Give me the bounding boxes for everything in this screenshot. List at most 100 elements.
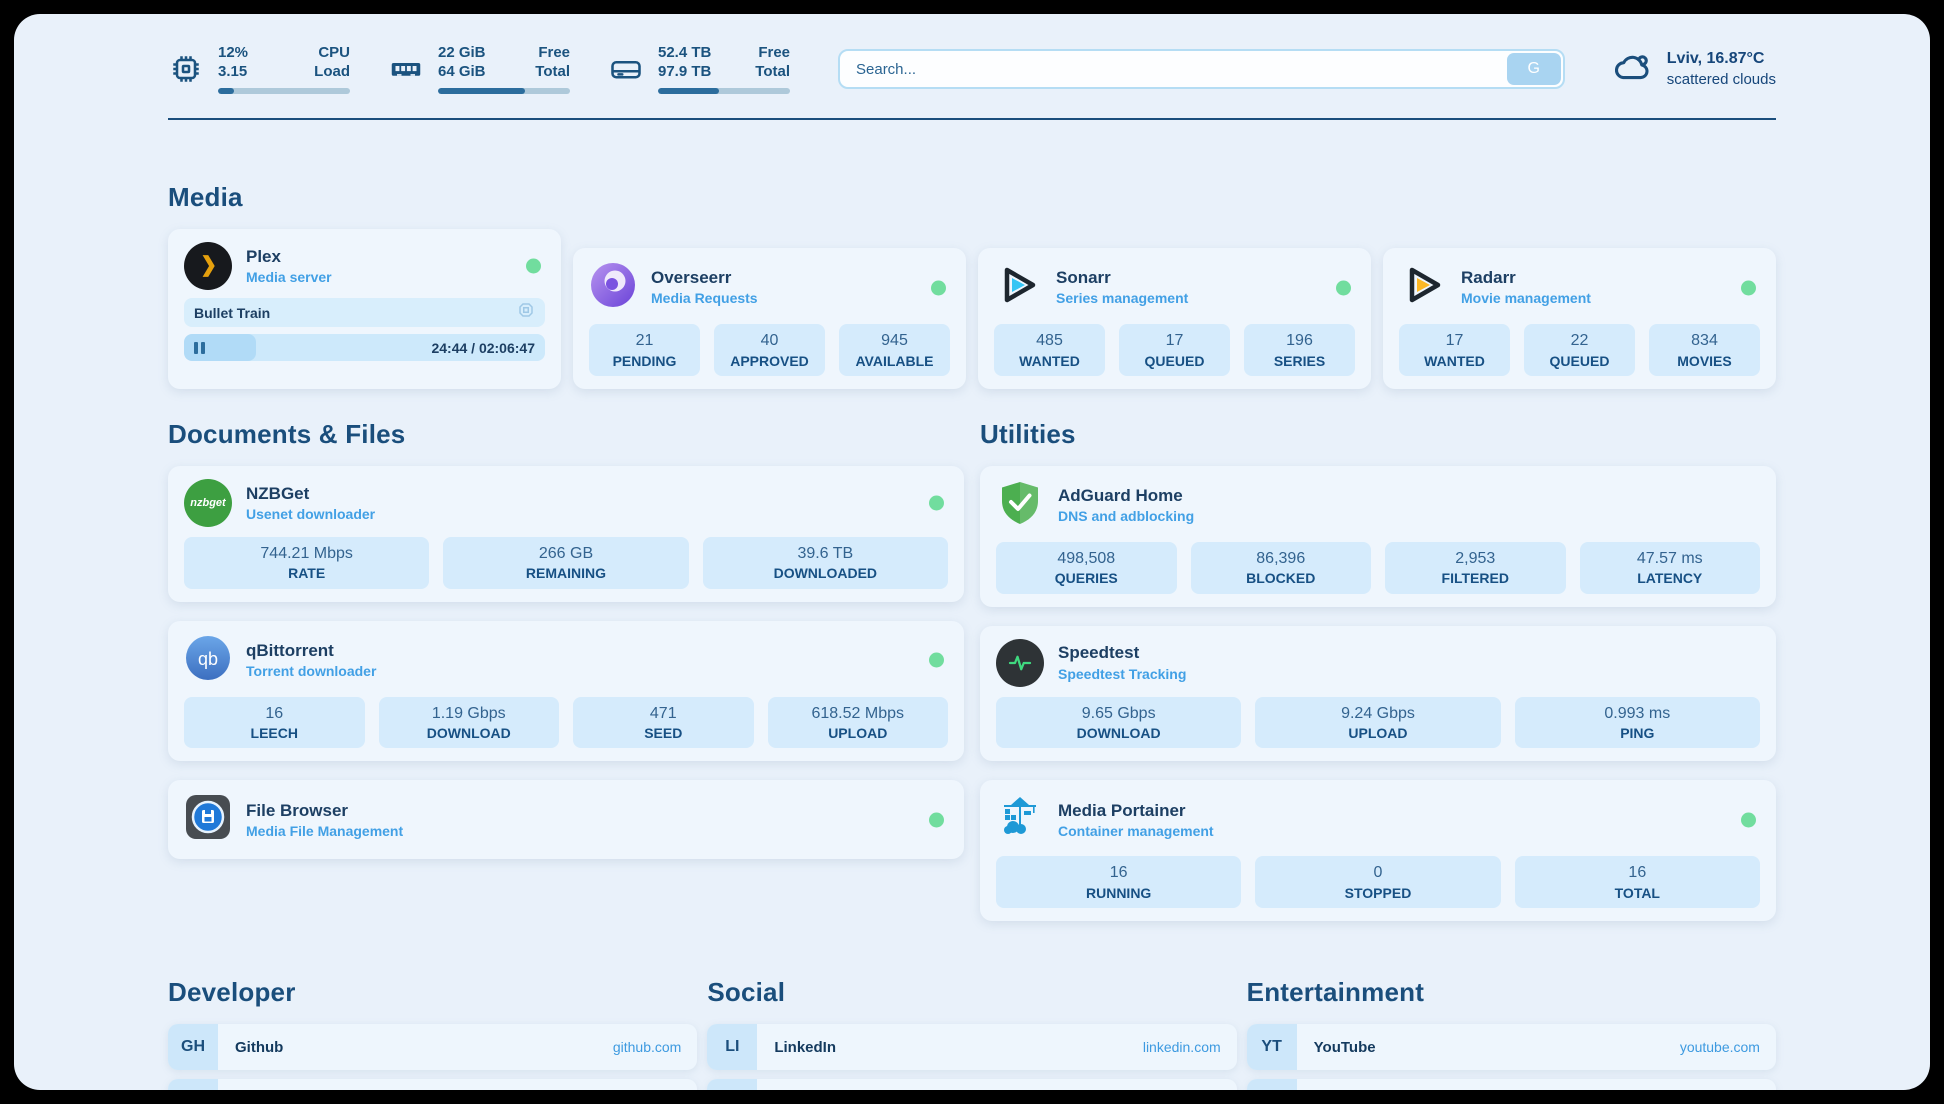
weather-condition: scattered clouds bbox=[1667, 70, 1776, 90]
cpu-progress-fill bbox=[218, 88, 234, 94]
stat-box-queued: 22 QUEUED bbox=[1524, 324, 1635, 376]
search-engine-button[interactable]: G bbox=[1507, 53, 1561, 85]
disk-free-value: 52.4 TB bbox=[658, 44, 711, 63]
cpu-label: CPU bbox=[314, 44, 350, 63]
stat-box-seed: 471 SEED bbox=[573, 697, 754, 749]
status-dot bbox=[931, 280, 946, 295]
bookmark-abbr: SO bbox=[168, 1079, 218, 1090]
bookmark-name: LinkedIn bbox=[774, 1039, 836, 1056]
bookmark-abbr: LI bbox=[707, 1024, 757, 1070]
stat-box-series: 196 SERIES bbox=[1244, 324, 1355, 376]
links-column-entertainment: Entertainment YT YouTube youtube.com NF … bbox=[1247, 977, 1776, 1090]
links-column-social: Social LI LinkedIn linkedin.com TW Twitt… bbox=[707, 977, 1236, 1090]
stat-box-download: 9.65 Gbps DOWNLOAD bbox=[996, 697, 1241, 749]
stat-box-wanted: 17 WANTED bbox=[1399, 324, 1510, 376]
bookmark-netflix[interactable]: NF Netflix netflix.com bbox=[1247, 1079, 1776, 1090]
cpu-load-value: 3.15 bbox=[218, 63, 248, 82]
app-card-nzbget[interactable]: nzbget NZBGet Usenet downloader 744.21 M… bbox=[168, 466, 964, 602]
app-name: Media Portainer bbox=[1058, 800, 1214, 822]
app-subtitle: Media File Management bbox=[246, 822, 403, 840]
portainer-icon bbox=[996, 793, 1044, 846]
status-dot bbox=[1336, 280, 1351, 295]
bookmark-url: linkedin.com bbox=[1143, 1039, 1221, 1055]
stat-box-ping: 0.993 ms PING bbox=[1515, 697, 1760, 749]
bookmark-abbr: GH bbox=[168, 1024, 218, 1070]
weather-location-temp: Lviv, 16.87°C bbox=[1667, 49, 1776, 70]
app-name: qBittorrent bbox=[246, 640, 376, 662]
app-name: NZBGet bbox=[246, 483, 375, 505]
bookmark-linkedin[interactable]: LI LinkedIn linkedin.com bbox=[707, 1024, 1236, 1070]
ram-progress-fill bbox=[438, 88, 525, 94]
disk-total-value: 97.9 TB bbox=[658, 63, 711, 82]
system-stats: 12% 3.15 CPU Load bbox=[168, 44, 790, 94]
app-card-plex[interactable]: Plex Media server Bullet Train 24:44 / 0… bbox=[168, 229, 561, 389]
qbittorrent-icon: qb bbox=[184, 634, 232, 687]
radarr-icon bbox=[1399, 261, 1447, 314]
bookmark-twitter[interactable]: TW Twitter twitter.com bbox=[707, 1079, 1236, 1090]
speedtest-icon bbox=[996, 639, 1044, 687]
app-name: AdGuard Home bbox=[1058, 485, 1194, 507]
app-subtitle: Media Requests bbox=[651, 289, 758, 307]
app-card-radarr[interactable]: Radarr Movie management 17 WANTED 22 QUE… bbox=[1383, 248, 1776, 389]
status-dot bbox=[526, 259, 541, 274]
section-title-media: Media bbox=[168, 182, 1776, 213]
app-card-sonarr[interactable]: Sonarr Series management 485 WANTED 17 Q… bbox=[978, 248, 1371, 389]
app-card-speedtest[interactable]: Speedtest Speedtest Tracking 9.65 Gbps D… bbox=[980, 626, 1776, 762]
app-card-qbittorrent[interactable]: qb qBittorrent Torrent downloader 16 LEE… bbox=[168, 621, 964, 762]
ram-total-value: 64 GiB bbox=[438, 63, 486, 82]
disk-free-label: Free bbox=[755, 44, 790, 63]
app-subtitle: Torrent downloader bbox=[246, 662, 376, 680]
nzbget-icon: nzbget bbox=[184, 479, 232, 527]
search-container: G bbox=[838, 49, 1565, 89]
app-subtitle: Series management bbox=[1056, 289, 1188, 307]
app-name: Overseerr bbox=[651, 267, 758, 289]
section-title-developer: Developer bbox=[168, 977, 697, 1008]
filebrowser-icon bbox=[184, 793, 232, 846]
cpu-usage-value: 12% bbox=[218, 44, 248, 63]
disk-total-label: Total bbox=[755, 63, 790, 82]
cpu-progress-track bbox=[218, 88, 350, 94]
bookmark-stackoverflow[interactable]: SO StackOverflow stackoverflow.com bbox=[168, 1079, 697, 1090]
status-dot bbox=[929, 812, 944, 827]
bookmark-url: youtube.com bbox=[1680, 1039, 1760, 1055]
disk-icon bbox=[608, 51, 644, 87]
ram-total-label: Total bbox=[535, 63, 570, 82]
plex-icon bbox=[184, 242, 232, 290]
cloud-icon bbox=[1609, 44, 1655, 95]
ram-stat: 22 GiB 64 GiB Free Total bbox=[388, 44, 570, 94]
bookmark-youtube[interactable]: YT YouTube youtube.com bbox=[1247, 1024, 1776, 1070]
sonarr-icon bbox=[994, 261, 1042, 314]
stat-box-upload: 9.24 Gbps UPLOAD bbox=[1255, 697, 1500, 749]
documents-column: Documents & Files nzbget NZBGet Usenet d… bbox=[168, 419, 964, 921]
stat-box-upload: 618.52 Mbps UPLOAD bbox=[768, 697, 949, 749]
overseerr-icon bbox=[589, 261, 637, 314]
bookmark-abbr: NF bbox=[1247, 1079, 1297, 1090]
app-card-portainer[interactable]: Media Portainer Container management 16 … bbox=[980, 780, 1776, 921]
cpu-stat: 12% 3.15 CPU Load bbox=[168, 44, 350, 94]
app-subtitle: Movie management bbox=[1461, 289, 1591, 307]
dashboard: 12% 3.15 CPU Load bbox=[0, 0, 1944, 1104]
app-subtitle: Usenet downloader bbox=[246, 505, 375, 523]
disk-progress-track bbox=[658, 88, 790, 94]
bookmark-abbr: TW bbox=[707, 1079, 757, 1090]
app-card-filebrowser[interactable]: File Browser Media File Management bbox=[168, 780, 964, 859]
app-card-adguard[interactable]: AdGuard Home DNS and adblocking 498,508 … bbox=[980, 466, 1776, 607]
pause-button[interactable] bbox=[194, 342, 205, 354]
stat-box-filtered: 2,953 FILTERED bbox=[1385, 542, 1566, 594]
stat-box-approved: 40 APPROVED bbox=[714, 324, 825, 376]
stat-box-downloaded: 39.6 TB DOWNLOADED bbox=[703, 537, 948, 589]
search-input[interactable] bbox=[838, 49, 1565, 89]
stat-box-pending: 21 PENDING bbox=[589, 324, 700, 376]
dashboard-panel: 12% 3.15 CPU Load bbox=[14, 14, 1930, 1090]
stat-box-rate: 744.21 Mbps RATE bbox=[184, 537, 429, 589]
stat-box-latency: 47.57 ms LATENCY bbox=[1580, 542, 1761, 594]
stat-box-queries: 498,508 QUERIES bbox=[996, 542, 1177, 594]
app-card-overseerr[interactable]: Overseerr Media Requests 21 PENDING 40 A… bbox=[573, 248, 966, 389]
media-grid: Plex Media server Bullet Train 24:44 / 0… bbox=[168, 229, 1776, 389]
stat-box-stopped: 0 STOPPED bbox=[1255, 856, 1500, 908]
stat-box-blocked: 86,396 BLOCKED bbox=[1191, 542, 1372, 594]
ram-free-label: Free bbox=[535, 44, 570, 63]
bookmark-github[interactable]: GH Github github.com bbox=[168, 1024, 697, 1070]
status-dot bbox=[1741, 812, 1756, 827]
weather-widget: Lviv, 16.87°C scattered clouds bbox=[1609, 44, 1776, 95]
